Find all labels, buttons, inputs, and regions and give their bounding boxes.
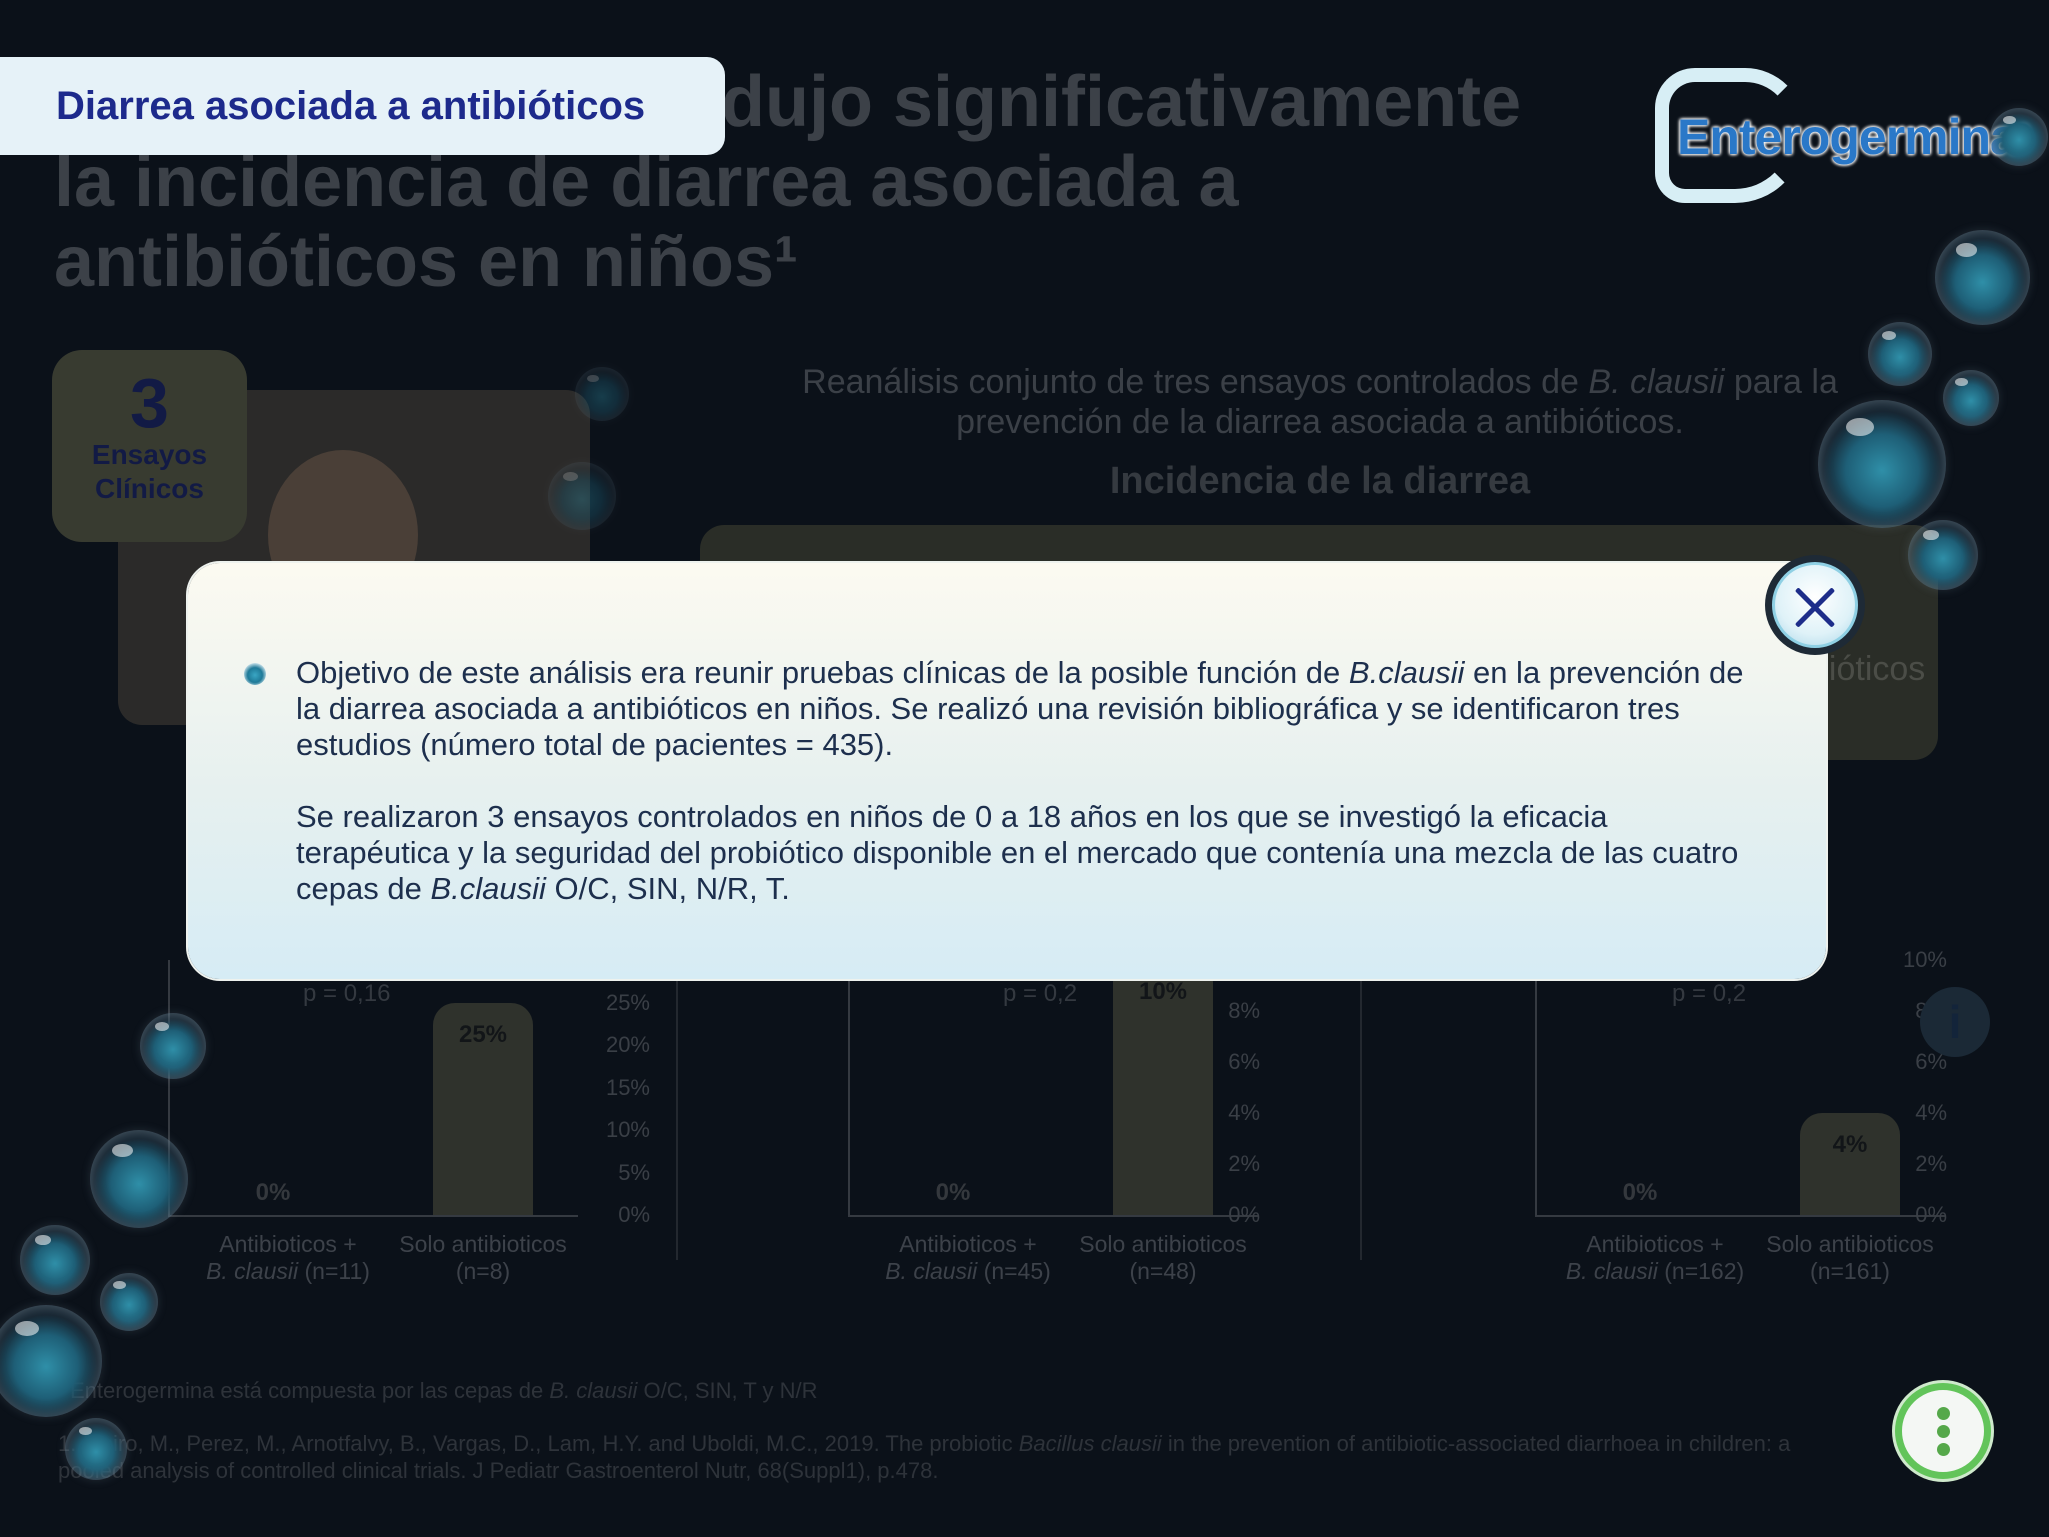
ensayos-label-1: Ensayos	[91, 439, 208, 470]
info-button[interactable]: i	[1920, 987, 1990, 1057]
x-axis	[168, 1215, 578, 1217]
chart-study-1: p = 0,16 30%25%20%15%10%5%0%0%Antibiotic…	[168, 947, 658, 1300]
category-label: Solo antibioticos (n=8)	[399, 1231, 567, 1284]
p-value: p = 0,16	[303, 980, 391, 1007]
chart-study-2: p = 0,2 10%8%6%4%2%0%0%Antibioticos +B. …	[848, 947, 1268, 1300]
menu-dot-icon	[1936, 1424, 1950, 1438]
category-label: Solo antibioticos (n=48)	[1079, 1231, 1247, 1284]
y-tick-label: 5%	[618, 1159, 650, 1185]
bubble-decoration	[1818, 400, 1946, 528]
bar	[1800, 1113, 1900, 1215]
info-icon: i	[1948, 996, 1962, 1048]
menu-dot-icon	[1936, 1442, 1950, 1456]
y-tick-label: 4%	[1228, 1100, 1260, 1125]
p-value: p = 0,2	[1672, 980, 1747, 1007]
ensayos-number: 3	[130, 364, 169, 442]
y-tick-label: 8%	[1228, 998, 1260, 1023]
bubble-decoration	[1990, 108, 2048, 166]
y-tick-label: 0%	[1228, 1202, 1260, 1227]
y-tick-label: 0%	[618, 1202, 650, 1227]
y-axis	[1535, 960, 1537, 1215]
p-value: p = 0,2	[1003, 980, 1078, 1007]
bar-value-label: 10%	[1138, 978, 1188, 1005]
bubble-decoration	[1935, 230, 2030, 325]
close-icon	[1772, 562, 1858, 648]
x-axis	[1535, 1215, 1945, 1217]
bar-value-label: 0%	[1622, 1179, 1658, 1206]
slide: dujo significativamente la incidencia de…	[0, 0, 2049, 1537]
chart-study-3: p = 0,2 10%8%6%4%2%0%0%Antibioticos +B. …	[1535, 947, 1955, 1300]
close-modal-button[interactable]	[1765, 555, 1865, 655]
bar-value-label: 0%	[935, 1179, 971, 1206]
y-tick-label: 2%	[1228, 1151, 1260, 1176]
menu-button[interactable]	[1895, 1383, 1991, 1479]
bar-value-label: 0%	[255, 1179, 291, 1206]
y-tick-label: 10%	[605, 1117, 650, 1142]
bubble-decoration	[100, 1273, 158, 1331]
modal-paragraph-2: Se realizaron 3 ensayos controlados en n…	[296, 799, 1739, 906]
y-tick-label: 20%	[605, 1032, 650, 1057]
bubble-decoration	[548, 462, 616, 530]
y-tick-label: 15%	[605, 1074, 650, 1100]
reference-note: 1. Ianiro, M., Perez, M., Arnotfalvy, B.…	[58, 1431, 1791, 1483]
bar-value-label: 25%	[458, 1020, 508, 1048]
title-line-3: antibióticos en niños¹	[54, 222, 799, 302]
modal-text: Objetivo de este análisis era reunir pru…	[296, 655, 1766, 907]
panel-title: Incidencia de la diarrea	[1109, 460, 1531, 502]
bubble-decoration	[90, 1130, 188, 1228]
panel-tail-text: bióticos	[1810, 650, 1926, 688]
study-subtitle: Reanálisis conjunto de tres ensayos cont…	[802, 363, 1838, 441]
section-tag-label: Diarrea asociada a antibióticos	[56, 83, 646, 128]
bubble-decoration	[1868, 322, 1932, 386]
bubble-decoration	[575, 367, 629, 421]
menu-dot-icon	[1936, 1406, 1950, 1420]
y-tick-label: 0%	[1915, 1202, 1947, 1227]
y-axis	[848, 960, 850, 1215]
bubble-decoration	[1943, 370, 1999, 426]
bubble-decoration	[20, 1225, 90, 1295]
bubble-decoration	[65, 1418, 127, 1480]
info-modal: Objetivo de este análisis era reunir pru…	[188, 563, 1826, 979]
section-tag: Diarrea asociada a antibióticos	[0, 57, 725, 155]
enterogermina-logo: Enterogermina®	[1655, 68, 2030, 208]
y-tick-label: 25%	[605, 989, 650, 1015]
y-tick-label: 10%	[1902, 947, 1947, 972]
ensayos-label-2: Clínicos	[95, 473, 204, 504]
chart-divider	[676, 950, 678, 1260]
chart-divider	[1360, 950, 1362, 1260]
ensayos-badge: 3 Ensayos Clínicos	[52, 350, 247, 542]
modal-paragraph-1: Objetivo de este análisis era reunir pru…	[296, 655, 1744, 762]
y-tick-label: 2%	[1915, 1151, 1947, 1176]
category-label: Solo antibioticos (n=161)	[1766, 1231, 1934, 1284]
bar-value-label: 4%	[1832, 1131, 1868, 1158]
bubble-decoration	[1908, 520, 1978, 590]
x-axis	[848, 1215, 1258, 1217]
composition-note: Enterogermina está compuesta por las cep…	[70, 1378, 818, 1403]
y-tick-label: 6%	[1228, 1049, 1260, 1074]
bubble-decoration	[140, 1013, 206, 1079]
bullet-icon	[244, 663, 266, 685]
y-tick-label: 4%	[1915, 1100, 1947, 1125]
logo-wordmark: Enterogermina®	[1677, 109, 2030, 165]
